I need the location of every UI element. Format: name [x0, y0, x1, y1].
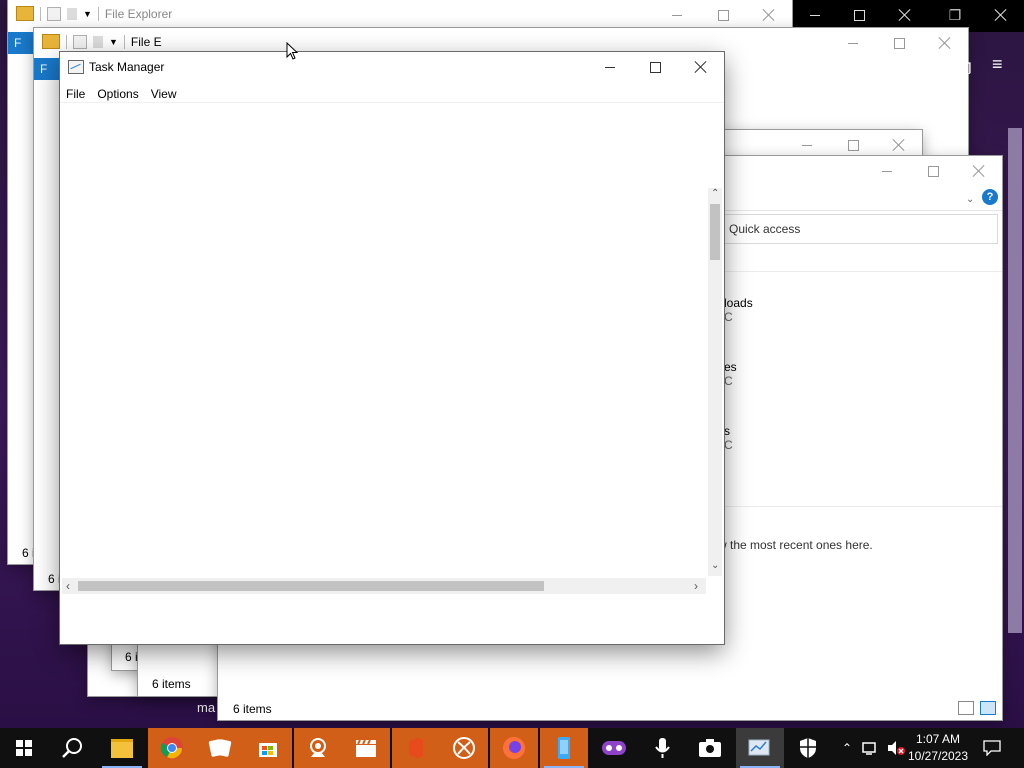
chevron-down-icon[interactable]: ▼ — [109, 37, 118, 47]
list-item[interactable]: loads C — [724, 296, 753, 324]
solitaire-icon[interactable] — [196, 728, 244, 768]
maximize-button[interactable] — [876, 28, 922, 58]
address-bar[interactable]: Quick access — [720, 214, 998, 244]
minimize-button[interactable] — [792, 0, 838, 30]
office-icon[interactable] — [392, 728, 440, 768]
list-item[interactable]: es C — [724, 360, 737, 388]
chevron-down-icon[interactable]: ▼ — [83, 9, 92, 19]
task-manager-icon — [68, 60, 84, 74]
list-item[interactable]: s C — [724, 424, 733, 452]
status-bar: 6 i — [22, 546, 35, 560]
minimize-button[interactable] — [587, 52, 633, 82]
file-explorer-icon[interactable] — [98, 728, 146, 768]
menu-view[interactable]: View — [145, 82, 183, 104]
clapper-icon[interactable] — [342, 728, 390, 768]
mouse-cursor-icon — [286, 42, 298, 60]
details-view-icon[interactable] — [958, 701, 974, 715]
close-button[interactable] — [922, 28, 968, 58]
firefox-icon[interactable] — [490, 728, 538, 768]
store-icon[interactable] — [244, 728, 292, 768]
help-icon[interactable]: ? — [982, 189, 998, 205]
window-title: Task Manager — [89, 60, 165, 74]
large-icons-view-icon[interactable] — [980, 701, 996, 715]
scroll-up-icon[interactable]: ⌃ — [711, 188, 719, 199]
chrome-icon[interactable] — [148, 728, 196, 768]
titlebar[interactable]: ▼ File Explorer — [8, 0, 792, 30]
xbox-icon[interactable] — [440, 728, 488, 768]
properties-icon[interactable] — [73, 34, 87, 49]
minimize-button[interactable] — [654, 0, 700, 30]
menu-options[interactable]: Options — [91, 82, 144, 104]
task-manager-window[interactable]: Task Manager File Options View ⌃ ⌄ ‹ › — [60, 52, 724, 644]
search-icon[interactable] — [48, 728, 96, 768]
properties-icon[interactable] — [47, 6, 61, 21]
titlebar[interactable]: Task Manager — [60, 52, 724, 82]
window-title: File E — [130, 34, 162, 49]
scroll-right-icon[interactable]: › — [694, 579, 698, 593]
desktop-label-partial: ma — [197, 700, 216, 715]
folder-icon — [16, 6, 34, 21]
scroll-thumb[interactable] — [710, 204, 720, 260]
clock[interactable]: 1:07 AM 10/27/2023 — [906, 731, 970, 765]
maximize-button[interactable] — [910, 156, 956, 186]
new-folder-icon[interactable] — [93, 35, 103, 48]
close-button[interactable] — [956, 156, 1002, 186]
vertical-scrollbar[interactable]: ⌃ ⌄ — [708, 188, 722, 576]
new-folder-icon[interactable] — [67, 7, 77, 20]
window-title: File Explorer — [104, 6, 173, 21]
close-button-2[interactable] — [978, 0, 1024, 30]
chevron-down-icon[interactable]: ⌄ — [966, 194, 974, 205]
taskbar: ⌃ 1:07 AM 10/27/2023 — [0, 728, 1024, 768]
recent-files-hint: w the most recent ones here. — [718, 538, 873, 552]
close-button[interactable] — [746, 0, 792, 30]
clock-time: 1:07 AM — [915, 732, 961, 746]
clock-date: 10/27/2023 — [907, 749, 969, 763]
mixed-reality-icon[interactable] — [590, 728, 638, 768]
desktop-scrollbar[interactable] — [1008, 128, 1022, 633]
phone-icon[interactable] — [540, 728, 588, 768]
maximize-button[interactable] — [836, 0, 882, 30]
security-icon[interactable] — [784, 728, 832, 768]
file-explorer-window-5[interactable]: 6 items — [138, 640, 222, 696]
start-icon[interactable] — [0, 728, 48, 768]
maximize-button[interactable] — [632, 52, 678, 82]
task-manager-icon[interactable] — [736, 728, 784, 768]
maximize-button[interactable] — [700, 0, 746, 30]
voice-recorder-icon[interactable] — [638, 728, 686, 768]
webcam-icon[interactable] — [294, 728, 342, 768]
horizontal-scrollbar[interactable]: ‹ › — [62, 578, 706, 594]
minimize-button[interactable] — [864, 156, 910, 186]
menu-icon[interactable]: ≡ — [992, 54, 1003, 75]
status-bar: 6 i — [125, 650, 138, 664]
restore-icon[interactable]: ❐ — [958, 60, 971, 78]
scroll-thumb[interactable] — [78, 581, 544, 591]
close-button[interactable] — [678, 52, 724, 82]
notification-icon[interactable] — [980, 728, 1004, 768]
camera-icon[interactable] — [686, 728, 734, 768]
menu-bar: File Options View — [60, 82, 183, 104]
close-button[interactable] — [882, 0, 928, 30]
scroll-left-icon[interactable]: ‹ — [66, 579, 70, 593]
folder-icon — [42, 34, 60, 49]
restore-icon[interactable]: ❐ — [932, 0, 978, 30]
status-bar: 6 items — [152, 677, 191, 691]
menu-file[interactable]: File — [60, 82, 91, 104]
chevron-up-icon[interactable]: ⌃ — [838, 728, 856, 768]
minimize-button[interactable] — [830, 28, 876, 58]
status-bar: 6 items — [233, 702, 272, 716]
scroll-down-icon[interactable]: ⌄ — [711, 560, 719, 571]
volume-muted-icon[interactable] — [884, 728, 908, 768]
status-bar: 6 i — [48, 572, 61, 586]
network-icon[interactable] — [860, 728, 882, 768]
